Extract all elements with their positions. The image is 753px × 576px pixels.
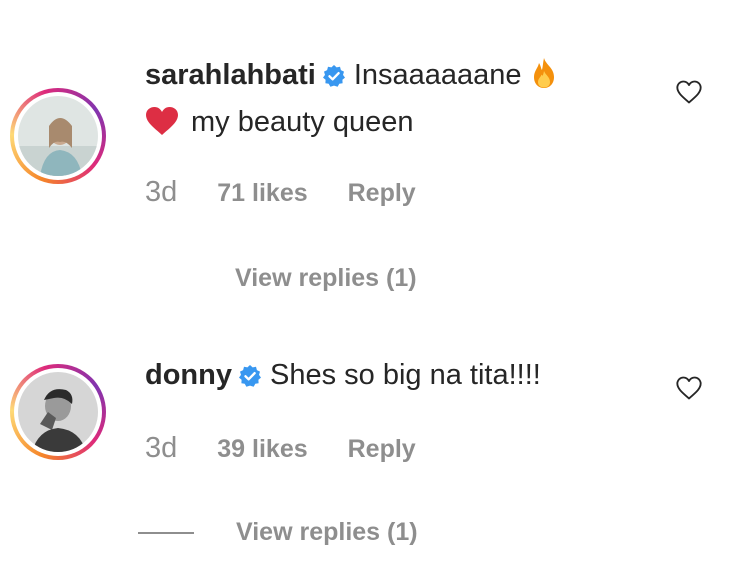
comment-meta: 3d 39 likes Reply [145, 432, 416, 465]
reply-button[interactable]: Reply [348, 435, 416, 464]
comment-item: sarahlahbati Insaaaaaane my beauty queen … [0, 0, 753, 310]
comment-username[interactable]: sarahlahbati [145, 59, 316, 91]
reply-button[interactable]: Reply [348, 179, 416, 208]
avatar[interactable] [10, 364, 106, 460]
view-replies-button[interactable]: View replies (1) [138, 518, 418, 547]
avatar-image [18, 96, 98, 176]
view-replies-label: View replies (1) [235, 264, 417, 292]
like-heart-icon[interactable] [675, 78, 703, 106]
comment-text-line2: my beauty queen [191, 106, 414, 138]
view-replies-button[interactable]: View replies (1) [235, 264, 417, 293]
comment-likes-count[interactable]: 71 likes [217, 179, 307, 208]
comment-likes-count[interactable]: 39 likes [217, 435, 307, 464]
comment-meta: 3d 71 likes Reply [145, 176, 416, 209]
verified-badge-icon [238, 358, 262, 400]
avatar-image [18, 372, 98, 452]
replies-divider-line [138, 531, 194, 534]
comment-body: donny Shes so big na tita!!!! [145, 354, 645, 400]
red-heart-emoji-icon [145, 106, 179, 148]
comment-text-line1: Shes so big na tita!!!! [270, 359, 541, 391]
comment-text-line1: Insaaaaaane [353, 59, 522, 91]
comment-username[interactable]: donny [145, 359, 232, 391]
comment-timestamp[interactable]: 3d [145, 176, 177, 209]
avatar[interactable] [10, 88, 106, 184]
comment-item: donny Shes so big na tita!!!! 3d 39 likes… [0, 310, 753, 576]
comment-timestamp[interactable]: 3d [145, 432, 177, 465]
verified-badge-icon [322, 58, 346, 100]
comment-body: sarahlahbati Insaaaaaane my beauty queen [145, 54, 645, 148]
view-replies-label: View replies (1) [236, 518, 418, 546]
like-heart-icon[interactable] [675, 374, 703, 402]
fire-emoji-icon [530, 57, 558, 101]
